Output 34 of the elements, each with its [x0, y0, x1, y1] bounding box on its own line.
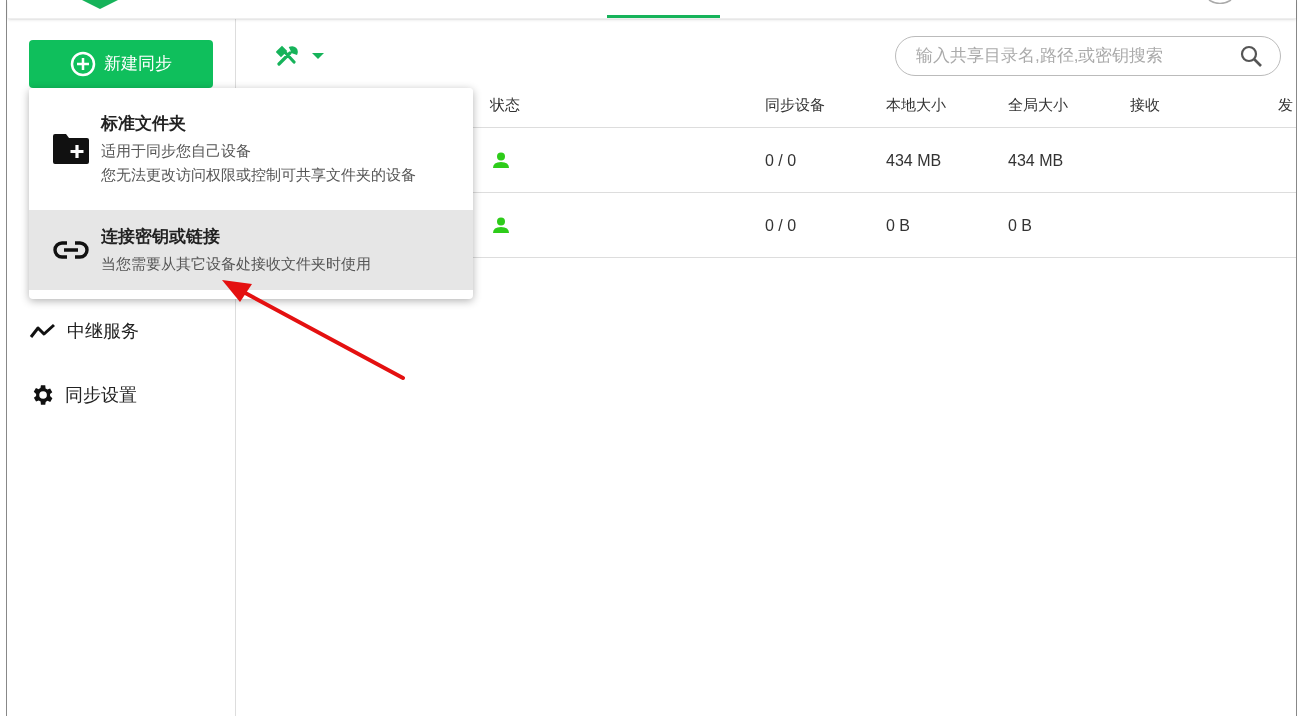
- table-cell-text: 434 MB: [886, 151, 942, 171]
- search-field[interactable]: 输入共享目录名,路径,或密钥搜索: [895, 36, 1281, 76]
- folder-plus-icon: [53, 134, 89, 164]
- tools-icon: [276, 45, 300, 67]
- column-header: 本地大小: [886, 95, 946, 115]
- search-icon[interactable]: [1239, 44, 1263, 68]
- caret-icon: [312, 53, 324, 59]
- tools-dropdown[interactable]: [276, 45, 324, 67]
- column-header: 发: [1278, 95, 1293, 115]
- sidebar-item[interactable]: 同步设置: [65, 381, 137, 409]
- menu-item[interactable]: 连接密钥或链接 当您需要从其它设备处接收文件夹时使用: [29, 210, 473, 290]
- table-cell-text: 434 MB: [1008, 151, 1064, 171]
- menu-item[interactable]: 标准文件夹 适用于同步您自己设备 您无法更改访问权限或控制可共享文件夹的设备: [29, 88, 473, 210]
- menu-item-description: 适用于同步您自己设备: [101, 140, 252, 161]
- column-header: 全局大小: [1008, 95, 1068, 115]
- column-header: 接收: [1130, 95, 1160, 115]
- menu-item-description: 当您需要从其它设备处接收文件夹时使用: [101, 253, 371, 274]
- link-icon: [53, 240, 89, 260]
- column-header: 同步设备: [765, 95, 825, 115]
- user-icon: [492, 217, 510, 233]
- sidebar-item[interactable]: 中继服务: [67, 317, 139, 345]
- menu-item-title: 标准文件夹: [101, 113, 187, 136]
- menu-item-description: 您无法更改访问权限或控制可共享文件夹的设备: [101, 164, 416, 185]
- table-cell-text: 0 / 0: [765, 216, 797, 236]
- user-icon: [492, 152, 510, 168]
- menu-item-title: 连接密钥或链接: [101, 226, 221, 249]
- logo-icon: [82, 0, 118, 10]
- column-header: 状态: [490, 95, 520, 115]
- table-cell-text: 0 B: [1008, 216, 1032, 236]
- table-cell-text: 0 B: [886, 216, 910, 236]
- plus-circle-icon: [70, 51, 96, 77]
- line-chart-icon: [29, 322, 57, 340]
- avatar-icon[interactable]: [1208, 0, 1232, 4]
- table-cell-text: 0 / 0: [765, 151, 797, 171]
